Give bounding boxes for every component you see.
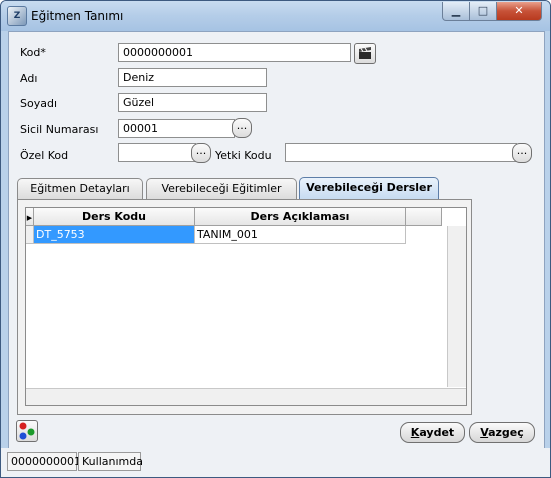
clapperboard-button[interactable] xyxy=(354,43,376,64)
ozel-kod-lookup-button[interactable]: ... xyxy=(191,143,211,163)
kod-field[interactable]: 0000000001 xyxy=(118,43,351,62)
status-bar: 0000000001 Kullanımda xyxy=(1,448,550,477)
kod-label: Kod* xyxy=(20,46,46,59)
window-title: Eğitmen Tanımı xyxy=(31,9,124,23)
column-header-ders-aciklamasi[interactable]: Ders Açıklaması xyxy=(195,208,406,226)
column-header-spacer xyxy=(406,208,442,226)
clapperboard-icon xyxy=(359,47,371,59)
ders-grid: ▶ Ders Kodu Ders Açıklaması DT_5753 TANI… xyxy=(25,207,467,406)
table-cell-ders-aciklamasi[interactable]: TANIM_001 xyxy=(195,226,406,244)
vazgec-hotkey: V xyxy=(480,426,489,439)
minimize-button[interactable]: ▁ xyxy=(442,2,470,21)
tab-verebilecegi-dersler[interactable]: Verebileceği Dersler xyxy=(299,177,439,200)
client-area: Kod* 0000000001 Adı Deniz Soyadı Güzel S… xyxy=(8,31,545,472)
close-button[interactable]: ✕ xyxy=(496,2,542,21)
row-pointer-icon: ▶ xyxy=(26,214,33,222)
maximize-button[interactable]: □ xyxy=(469,2,497,21)
sicil-lookup-button[interactable]: ... xyxy=(232,118,252,138)
vertical-scrollbar[interactable] xyxy=(447,226,466,387)
soyadi-label: Soyadı xyxy=(20,97,58,110)
ozel-kod-field[interactable] xyxy=(118,143,196,162)
connection-button[interactable] xyxy=(16,420,38,442)
sicil-field[interactable]: 00001 xyxy=(118,119,235,138)
table-cell-ders-kodu[interactable]: DT_5753 xyxy=(34,226,195,244)
adi-field[interactable]: Deniz xyxy=(118,68,267,87)
yetki-kodu-field[interactable] xyxy=(285,143,517,162)
row-indicator-header: ▶ xyxy=(26,208,34,226)
status-code: 0000000001 xyxy=(7,452,81,471)
horizontal-scrollbar[interactable] xyxy=(26,388,466,405)
adi-label: Adı xyxy=(20,72,38,85)
tab-verebilecegi-egitimler[interactable]: Verebileceği Eğitimler xyxy=(146,178,297,199)
soyadi-field[interactable]: Güzel xyxy=(118,93,267,112)
ozel-kod-label: Özel Kod xyxy=(20,149,69,162)
kaydet-label: aydet xyxy=(419,426,455,439)
tab-egitmen-detaylari[interactable]: Eğitmen Detayları xyxy=(17,178,143,199)
sicil-label: Sicil Numarası xyxy=(20,123,99,136)
yetki-kodu-lookup-button[interactable]: ... xyxy=(512,143,532,163)
row-indicator xyxy=(26,226,34,244)
app-icon: Z xyxy=(7,6,27,26)
column-header-ders-kodu[interactable]: Ders Kodu xyxy=(34,208,195,226)
window: Z Eğitmen Tanımı ▁ □ ✕ Kod* 0000000001 A… xyxy=(0,0,551,478)
title-bar: Z Eğitmen Tanımı ▁ □ ✕ xyxy=(1,1,550,31)
status-state: Kullanımda xyxy=(78,452,143,471)
vazgec-button[interactable]: Vazgeç xyxy=(469,422,535,443)
network-nodes-icon xyxy=(19,422,35,440)
yetki-kodu-label: Yetki Kodu xyxy=(215,149,272,162)
vazgec-label: azgeç xyxy=(488,426,524,439)
kaydet-button[interactable]: Kaydet xyxy=(400,422,465,443)
